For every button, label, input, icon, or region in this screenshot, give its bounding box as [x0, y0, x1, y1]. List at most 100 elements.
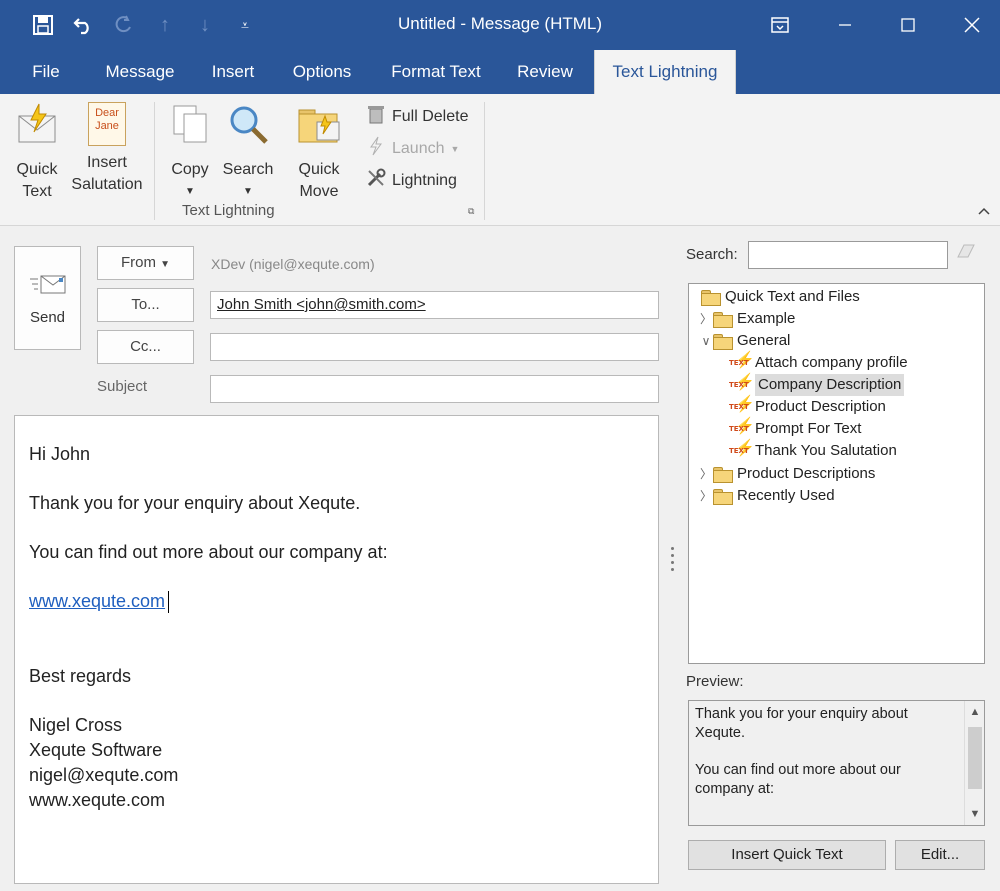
folder-icon [713, 312, 733, 328]
from-button[interactable]: From ▼ [97, 246, 194, 280]
close-icon[interactable] [952, 8, 992, 42]
cc-field[interactable] [210, 333, 659, 361]
text-cursor [168, 591, 170, 614]
collapse-ribbon-icon[interactable] [978, 202, 990, 218]
chevron-right-icon[interactable]: 〉 [699, 308, 713, 330]
body-link[interactable]: www.xequte.com [29, 591, 165, 611]
body-line: Thank you for your enquiry about Xequte. [29, 493, 361, 513]
tree-item-quick-text[interactable]: ⚡ TEXT Prompt For Text [729, 418, 861, 440]
body-closing: Best regards [29, 666, 132, 686]
tab-format-text[interactable]: Format Text [380, 50, 492, 94]
copy-dropdown-icon[interactable]: ▼ [164, 181, 216, 203]
folder-icon [701, 290, 721, 306]
folder-icon [713, 489, 733, 505]
tree-item-quick-text[interactable]: ⚡ TEXT Attach company profile [729, 352, 908, 374]
edit-button[interactable]: Edit... [895, 840, 985, 870]
tree-node-product-descriptions[interactable]: 〉 Product Descriptions [699, 463, 875, 485]
tab-text-lightning[interactable]: Text Lightning [594, 50, 736, 94]
tree-node-recently-used[interactable]: 〉 Recently Used [699, 485, 835, 507]
search-button[interactable]: Search ▼ [220, 102, 276, 203]
preview-line: Thank you for your enquiry about [695, 706, 908, 722]
quick-move-icon [290, 102, 348, 153]
preview-scrollbar[interactable]: ▲ ▼ [964, 701, 984, 825]
scroll-down-icon[interactable]: ▼ [965, 805, 985, 823]
quick-text-item-icon: ⚡ TEXT [729, 352, 755, 369]
message-body[interactable]: Hi John Thank you for your enquiry about… [14, 415, 659, 884]
subject-field[interactable] [210, 375, 659, 403]
signature-line: Nigel Cross [29, 715, 123, 735]
signature-line: nigel@xequte.com [29, 765, 179, 785]
preview-label: Preview: [686, 673, 744, 690]
title-bar: ↑ ↓ ⩡ Untitled - Message (HTML) [0, 0, 1000, 50]
preview-line: company at: [695, 781, 774, 797]
tree-node-root[interactable]: Quick Text and Files [701, 286, 860, 308]
quick-move-button[interactable]: Quick Move [290, 102, 348, 203]
signature-line: Xequte Software [29, 740, 163, 760]
insert-quick-text-button[interactable]: Insert Quick Text [688, 840, 886, 870]
maximize-icon[interactable] [888, 8, 928, 42]
pane-splitter[interactable] [669, 547, 675, 571]
tab-message[interactable]: Message [96, 50, 184, 94]
tree-node-example[interactable]: 〉 Example [699, 308, 795, 330]
scroll-thumb[interactable] [968, 727, 982, 789]
quick-text-item-icon: ⚡ TEXT [729, 418, 755, 435]
launch-icon [366, 136, 386, 161]
from-value: XDev (nigel@xequte.com) [211, 256, 375, 272]
dialog-launcher-icon[interactable]: ⧉ [468, 206, 474, 217]
quick-text-tree[interactable]: Quick Text and Files 〉 Example ∨ General… [688, 283, 985, 664]
tree-item-quick-text[interactable]: ⚡ TEXT Thank You Salutation [729, 440, 897, 462]
ribbon-separator [154, 102, 155, 220]
tab-options[interactable]: Options [282, 50, 362, 94]
tree-item-quick-text-selected[interactable]: ⚡ TEXT Company Description [729, 374, 905, 396]
to-recipient[interactable]: John Smith <john@smith.com> [217, 296, 426, 313]
ribbon-group-label: Text Lightning [182, 202, 275, 219]
preview-line [695, 743, 960, 761]
copy-icon [164, 102, 216, 153]
signature-line: www.xequte.com [29, 790, 166, 810]
preview-box: Thank you for your enquiry about Xequte.… [688, 700, 985, 826]
search-icon [220, 102, 276, 153]
tree-node-general[interactable]: ∨ General [699, 330, 790, 352]
tab-review[interactable]: Review [508, 50, 582, 94]
launch-button[interactable]: Launch ▼ [366, 136, 459, 161]
chevron-right-icon[interactable]: 〉 [699, 463, 713, 485]
lightning-button[interactable]: Lightning [366, 168, 457, 193]
ribbon: Quick Text Dear Jane Insert Salutation Co… [0, 94, 1000, 226]
quick-text-item-icon: ⚡ TEXT [729, 440, 755, 457]
quick-text-icon [12, 102, 62, 153]
clear-search-icon[interactable] [956, 243, 976, 264]
quick-text-item-icon: ⚡ TEXT [729, 396, 755, 413]
ribbon-tabs: File Message Insert Options Format Text … [0, 50, 1000, 94]
to-field[interactable]: John Smith <john@smith.com> [210, 291, 659, 319]
folder-icon [713, 334, 733, 350]
send-icon [15, 273, 80, 301]
scroll-up-icon[interactable]: ▲ [965, 703, 985, 721]
full-delete-button[interactable]: Full Delete [366, 104, 468, 129]
tab-insert[interactable]: Insert [200, 50, 266, 94]
search-label: Search: [686, 246, 738, 263]
body-greeting: Hi John [29, 444, 91, 464]
quick-text-item-icon: ⚡ TEXT [729, 374, 755, 391]
folder-icon [713, 467, 733, 483]
from-dropdown-icon: ▼ [160, 259, 171, 270]
signature: Nigel Cross Xequte Software nigel@xequte… [29, 713, 644, 813]
ribbon-separator [484, 102, 485, 220]
insert-salutation-button[interactable]: Dear Jane Insert Salutation [66, 102, 148, 196]
chevron-right-icon[interactable]: 〉 [699, 485, 713, 507]
search-input[interactable] [748, 241, 948, 269]
tab-file[interactable]: File [18, 50, 74, 94]
quick-text-button[interactable]: Quick Text [12, 102, 62, 203]
send-button[interactable]: Send [14, 246, 81, 350]
full-delete-icon [366, 104, 386, 129]
search-dropdown-icon[interactable]: ▼ [220, 181, 276, 203]
preview-line: Xequte. [695, 725, 745, 741]
to-button[interactable]: To... [97, 288, 194, 322]
preview-line: You can find out more about our [695, 762, 901, 778]
tree-item-quick-text[interactable]: ⚡ TEXT Product Description [729, 396, 886, 418]
chevron-down-icon[interactable]: ∨ [699, 330, 713, 352]
minimize-icon[interactable] [825, 8, 865, 42]
ribbon-display-icon[interactable] [760, 8, 800, 42]
cc-button[interactable]: Cc... [97, 330, 194, 364]
salutation-icon: Dear Jane [88, 102, 126, 146]
copy-button[interactable]: Copy ▼ [164, 102, 216, 203]
